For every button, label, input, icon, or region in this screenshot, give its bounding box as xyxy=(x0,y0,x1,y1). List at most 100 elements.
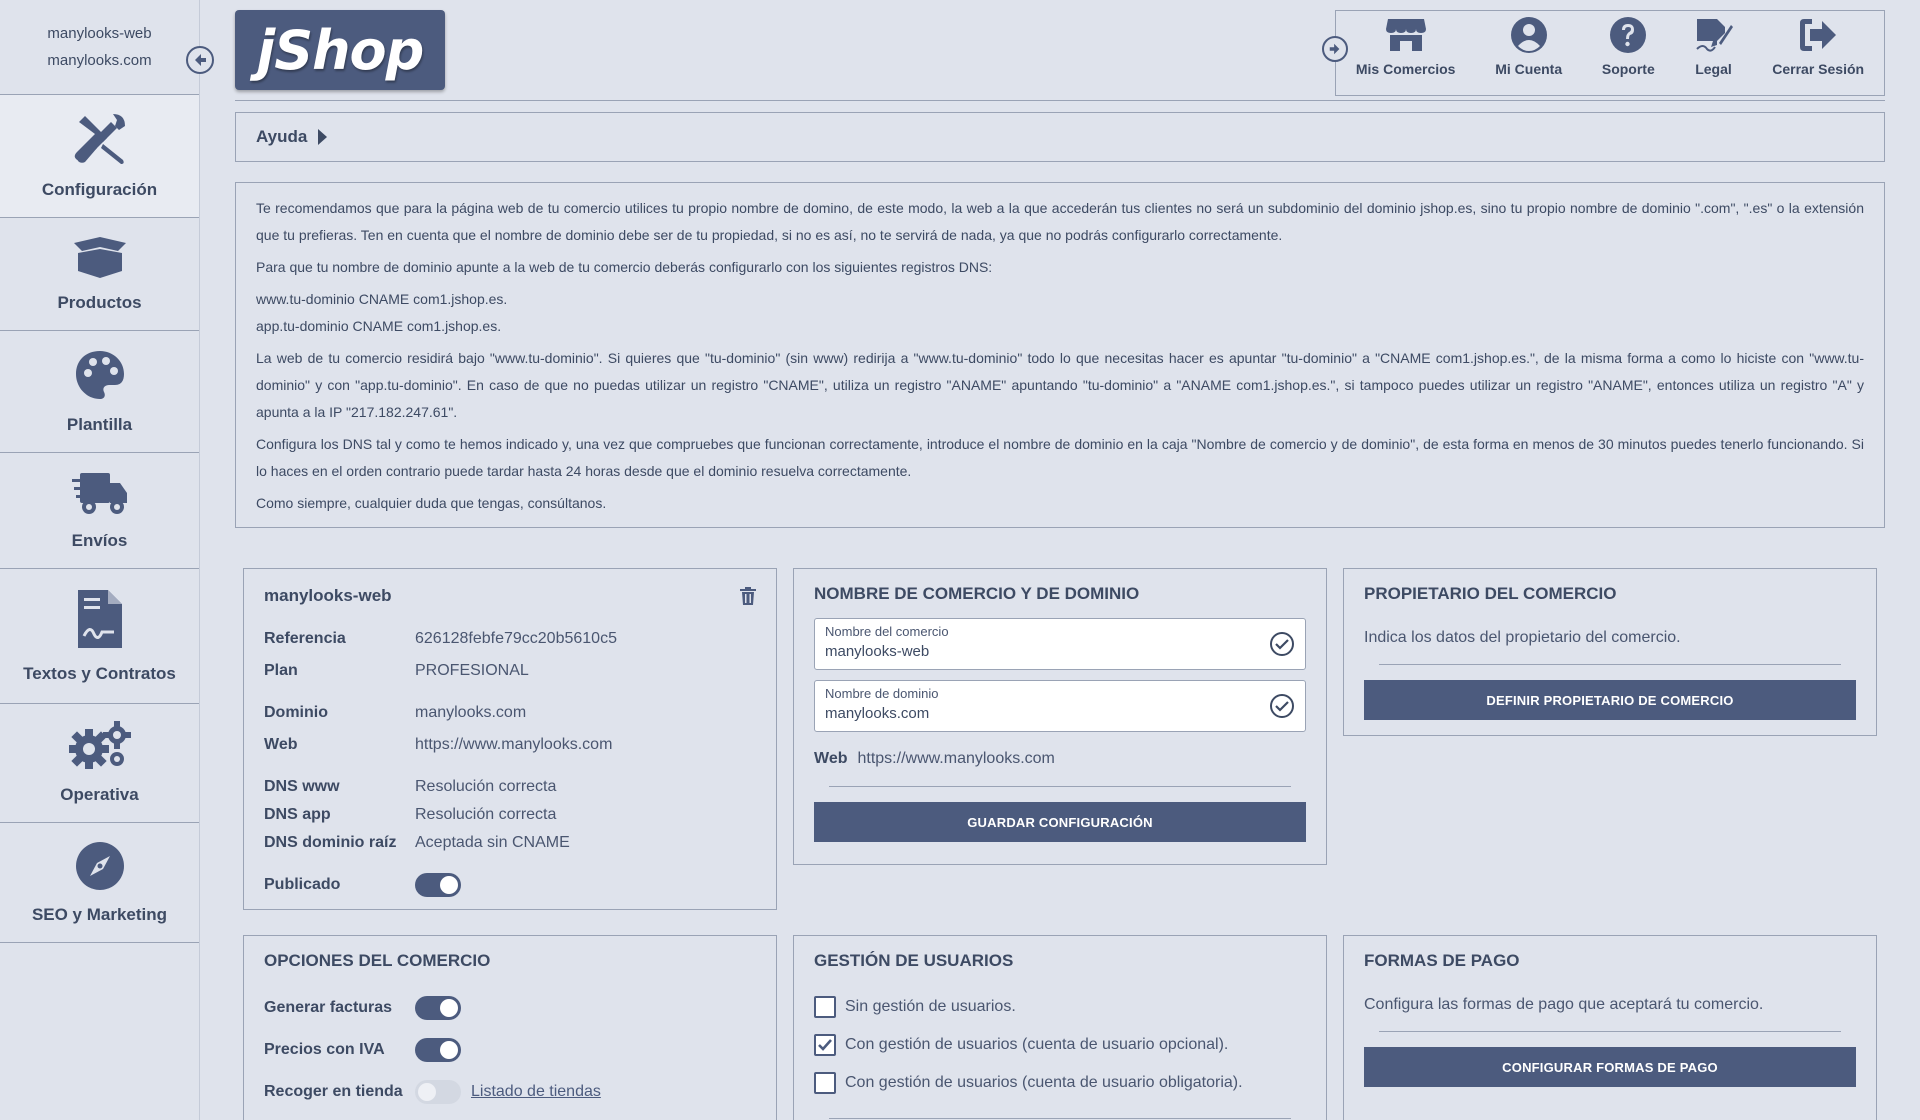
help-dns-record: app.tu-dominio CNAME com1.jshop.es. xyxy=(256,318,502,334)
sidebar-item-envios[interactable]: Envíos xyxy=(0,453,199,569)
shop-options-card: OPCIONES DEL COMERCIO Generar facturas P… xyxy=(243,935,777,1120)
web-url-row: Web https://www.manylooks.com xyxy=(814,750,1055,767)
question-icon xyxy=(1610,17,1647,53)
store-pickup-toggle[interactable] xyxy=(415,1080,461,1104)
shop-name: manylooks-web xyxy=(47,25,152,42)
define-owner-button[interactable]: DEFINIR PROPIETARIO DE COMERCIO xyxy=(1364,680,1856,720)
nav-mi-cuenta[interactable]: Mi Cuenta xyxy=(1495,17,1562,77)
help-paragraph: Para que tu nombre de dominio apunte a l… xyxy=(256,259,993,275)
truck-icon xyxy=(71,472,127,514)
sidebar-item-seo[interactable]: SEO y Marketing xyxy=(0,823,199,943)
store-icon xyxy=(1385,19,1426,51)
collapse-sidebar-button[interactable] xyxy=(186,46,214,74)
help-toggle[interactable]: Ayuda xyxy=(235,112,1885,162)
header-divider xyxy=(235,100,1885,101)
stores-list-link[interactable]: Listado de tiendas xyxy=(471,1083,601,1101)
sidebar-item-label: Envíos xyxy=(71,530,128,550)
divider xyxy=(829,1118,1291,1119)
shop-summary-card: manylooks-web Referencia 626128febfe79cc2… xyxy=(243,568,777,910)
option-invoices: Generar facturas xyxy=(264,992,756,1024)
invoices-toggle[interactable] xyxy=(415,996,461,1020)
sidebar-item-plantilla[interactable]: Plantilla xyxy=(0,331,199,453)
sidebar-item-label: Plantilla xyxy=(66,414,133,434)
option-vat-prices: Precios con IVA xyxy=(264,1034,756,1066)
shop-published-row: Publicado xyxy=(264,871,756,899)
domain-card-title: NOMBRE DE COMERCIO Y DE DOMINIO xyxy=(814,584,1140,603)
users-option-optional[interactable]: Con gestión de usuarios (cuenta de usuar… xyxy=(814,1026,1306,1064)
jshop-logo[interactable]: jShop xyxy=(235,10,445,90)
sidebar-item-label: Textos y Contratos xyxy=(23,664,176,683)
owner-card: PROPIETARIO DEL COMERCIO Indica los dato… xyxy=(1343,568,1877,736)
signature-icon xyxy=(1695,19,1733,52)
shop-ref-row: Referencia 626128febfe79cc20b5610c5 xyxy=(264,630,617,647)
checkbox[interactable] xyxy=(814,996,836,1018)
nav-label: Mi Cuenta xyxy=(1495,61,1563,77)
owner-card-text: Indica los datos del propietario del com… xyxy=(1364,629,1681,646)
help-paragraph: La web de tu comercio residirá bajo "www… xyxy=(256,350,1864,420)
options-card-title: OPCIONES DEL COMERCIO xyxy=(264,951,491,970)
shop-selector[interactable]: manylooks-web manylooks.com xyxy=(0,0,199,95)
caret-right-icon xyxy=(318,129,328,145)
logout-icon xyxy=(1800,19,1837,51)
users-option-none[interactable]: Sin gestión de usuarios. xyxy=(814,988,1306,1026)
divider xyxy=(1379,664,1841,665)
configure-payment-button[interactable]: CONFIGURAR FORMAS DE PAGO xyxy=(1364,1047,1856,1087)
save-config-button[interactable]: GUARDAR CONFIGURACIÓN xyxy=(814,802,1306,842)
sidebar-item-operativa[interactable]: Operativa xyxy=(0,704,199,823)
domain-field[interactable]: Nombre de dominio manylooks.com xyxy=(814,680,1306,732)
shop-web-row: Web https://www.manylooks.com xyxy=(264,736,613,753)
payment-card-text: Configura las formas de pago que aceptar… xyxy=(1364,996,1764,1013)
divider xyxy=(1379,1031,1841,1032)
shop-dns-app-row: DNS app Resolución correcta xyxy=(264,806,557,823)
sidebar-item-textos[interactable]: Textos y Contratos xyxy=(0,569,199,704)
owner-card-title: PROPIETARIO DEL COMERCIO xyxy=(1364,584,1617,603)
user-icon xyxy=(1510,17,1547,53)
contract-icon xyxy=(77,590,122,648)
check-circle-icon xyxy=(1270,632,1294,656)
top-navigation: Mis Comercios Mi Cuenta Soporte Legal Ce… xyxy=(1335,10,1885,96)
help-label: Ayuda xyxy=(256,127,308,146)
palette-icon xyxy=(75,350,124,399)
shop-plan-row: Plan PROFESIONAL xyxy=(264,662,529,679)
shop-name-field[interactable]: Nombre del comercio manylooks-web xyxy=(814,618,1306,670)
gears-icon xyxy=(68,721,131,769)
compass-icon xyxy=(75,841,124,890)
vat-prices-toggle[interactable] xyxy=(415,1038,461,1062)
logo-text: jShop xyxy=(256,18,425,82)
checkbox-checked[interactable] xyxy=(814,1034,836,1056)
trash-icon[interactable] xyxy=(740,587,756,605)
nav-label: Legal xyxy=(1695,61,1732,77)
help-paragraph: Como siempre, cualquier duda que tengas,… xyxy=(256,495,607,511)
nav-label: Cerrar Sesión xyxy=(1772,61,1865,77)
divider xyxy=(829,786,1291,787)
shop-name-label: Nombre del comercio xyxy=(825,624,949,639)
sidebar-item-configuracion[interactable]: Configuración xyxy=(0,95,199,218)
arrow-right-icon xyxy=(1329,43,1340,55)
checkbox[interactable] xyxy=(814,1072,836,1094)
domain-label: Nombre de dominio xyxy=(825,686,939,701)
sidebar-item-productos[interactable]: Productos xyxy=(0,218,199,331)
published-toggle[interactable] xyxy=(415,873,461,897)
payment-methods-card: FORMAS DE PAGO Configura las formas de p… xyxy=(1343,935,1877,1120)
sidebar-item-label: Productos xyxy=(57,293,142,312)
help-paragraph: Configura los DNS tal y como te hemos in… xyxy=(256,436,1864,479)
nav-soporte[interactable]: Soporte xyxy=(1602,17,1655,77)
payment-card-title: FORMAS DE PAGO xyxy=(1364,951,1520,970)
expand-nav-button[interactable] xyxy=(1322,36,1348,62)
option-store-pickup: Recoger en tienda Listado de tiendas xyxy=(264,1076,756,1108)
domain-card: NOMBRE DE COMERCIO Y DE DOMINIO Nombre d… xyxy=(793,568,1327,865)
shop-dns-www-row: DNS www Resolución correcta xyxy=(264,778,557,795)
nav-cerrar-sesion[interactable]: Cerrar Sesión xyxy=(1772,17,1864,77)
nav-legal[interactable]: Legal xyxy=(1695,17,1733,77)
shop-card-title: manylooks-web xyxy=(264,586,392,605)
shop-domain: manylooks.com xyxy=(47,52,152,69)
nav-label: Mis Comercios xyxy=(1355,61,1456,77)
users-option-required[interactable]: Con gestión de usuarios (cuenta de usuar… xyxy=(814,1064,1306,1102)
nav-label: Soporte xyxy=(1601,61,1655,77)
shop-name-value: manylooks-web xyxy=(825,643,930,660)
sidebar: manylooks-web manylooks.com Configuració… xyxy=(0,0,200,1120)
nav-mis-comercios[interactable]: Mis Comercios xyxy=(1355,17,1456,77)
checkmark-icon xyxy=(818,1039,832,1051)
check-circle-icon xyxy=(1270,694,1294,718)
box-icon xyxy=(73,237,126,278)
